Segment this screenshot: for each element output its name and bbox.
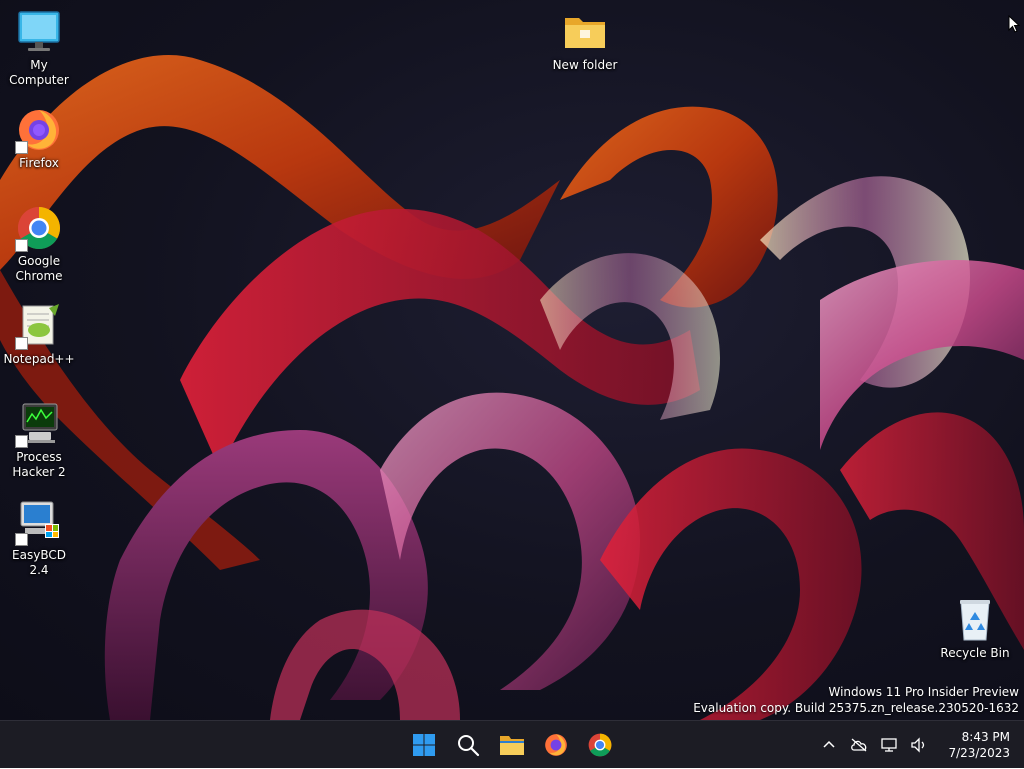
start-button[interactable]	[404, 725, 444, 765]
shortcut-arrow-icon	[15, 533, 28, 546]
onedrive-tray-button[interactable]	[844, 725, 874, 765]
watermark-edition: Windows 11 Pro Insider Preview	[828, 685, 1019, 699]
show-hidden-icons-button[interactable]	[814, 725, 844, 765]
notepad-plus-plus-icon	[15, 302, 63, 350]
desktop-icon-label: Google Chrome	[15, 254, 63, 283]
desktop-icon-label: Recycle Bin	[940, 646, 1010, 660]
network-tray-button[interactable]	[874, 725, 904, 765]
volume-icon	[911, 737, 925, 753]
chrome-taskbar-button[interactable]	[580, 725, 620, 765]
shortcut-arrow-icon	[15, 435, 28, 448]
desktop-icon-process-hacker-2[interactable]: Process Hacker 2	[1, 400, 77, 480]
desktop-icon-label: New folder	[552, 58, 618, 72]
process-hacker-icon	[15, 400, 63, 448]
firefox-icon	[545, 734, 567, 756]
desktop-icon-label: Process Hacker 2	[12, 450, 66, 479]
desktop-icon-new-folder[interactable]: New folder	[547, 8, 623, 73]
firefox-taskbar-button[interactable]	[536, 725, 576, 765]
desktop-icon-label: EasyBCD 2.4	[12, 548, 66, 577]
easybcd-icon	[15, 498, 63, 546]
taskbar-pinned-apps	[402, 725, 622, 765]
desktop-icon-my-computer[interactable]: My Computer	[1, 8, 77, 88]
recycle-bin-icon	[951, 596, 999, 644]
shortcut-arrow-icon	[15, 141, 28, 154]
desktop-icon-recycle-bin[interactable]: Recycle Bin	[937, 596, 1013, 661]
desktop-icon-firefox[interactable]: Firefox	[1, 106, 77, 171]
desktop-icon-label: Notepad++	[3, 352, 75, 366]
desktop-icon-easybcd[interactable]: EasyBCD 2.4	[1, 498, 77, 578]
firefox-icon	[15, 106, 63, 154]
wallpaper	[0, 55, 1024, 720]
folder-icon	[500, 736, 524, 755]
taskbar: 8:43 PM 7/23/2023	[0, 720, 1024, 768]
cloud-offline-icon	[851, 738, 867, 752]
folder-icon	[561, 8, 609, 56]
desktop[interactable]: My Computer New folder Firefox Google Ch…	[0, 0, 1024, 720]
volume-tray-button[interactable]	[904, 725, 934, 765]
shortcut-arrow-icon	[15, 337, 28, 350]
windows-logo-icon	[413, 734, 435, 756]
chevron-up-icon	[823, 740, 835, 748]
desktop-icon-label: Firefox	[19, 156, 59, 170]
monitor-icon	[15, 8, 63, 56]
clock-time: 8:43 PM	[961, 730, 1010, 744]
search-button[interactable]	[448, 725, 488, 765]
watermark-build: Evaluation copy. Build 25375.zn_release.…	[693, 701, 1019, 715]
mouse-cursor-icon	[1008, 15, 1020, 33]
evaluation-watermark: Windows 11 Pro Insider Preview Evaluatio…	[693, 684, 1019, 716]
desktop-icon-notepad-plus-plus[interactable]: Notepad++	[1, 302, 77, 367]
chrome-icon	[15, 204, 63, 252]
network-icon	[881, 738, 897, 752]
file-explorer-button[interactable]	[492, 725, 532, 765]
system-tray: 8:43 PM 7/23/2023	[814, 721, 1024, 769]
shortcut-arrow-icon	[15, 239, 28, 252]
desktop-icon-label: My Computer	[9, 58, 69, 87]
clock-date: 7/23/2023	[948, 746, 1010, 760]
desktop-icon-google-chrome[interactable]: Google Chrome	[1, 204, 77, 284]
chrome-icon	[588, 733, 612, 757]
search-icon	[458, 735, 480, 757]
taskbar-clock[interactable]: 8:43 PM 7/23/2023	[934, 729, 1024, 761]
